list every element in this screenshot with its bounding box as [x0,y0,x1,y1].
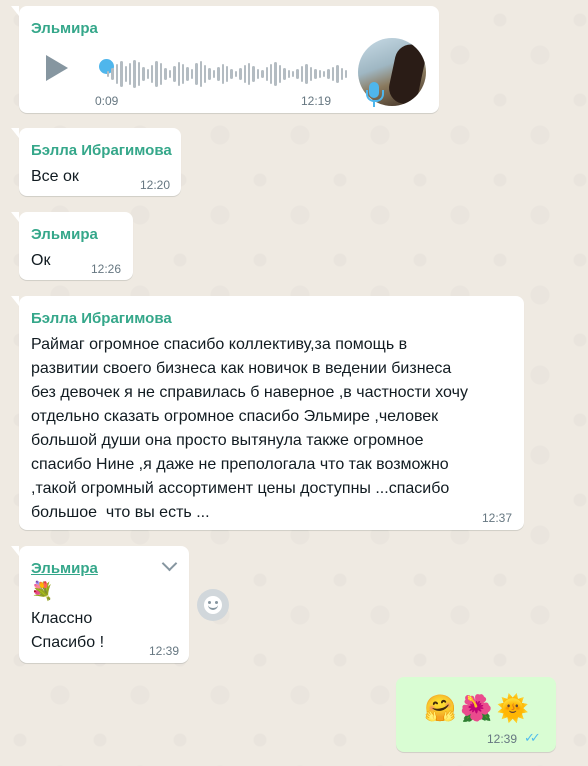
waveform-bar [151,65,154,83]
waveform-bar [199,61,202,87]
waveform-bar [283,68,286,80]
waveform-bar [111,68,114,80]
waveform-bar [318,70,321,78]
message-time: 12:39 [487,732,518,746]
message-sender: Эльмира [31,20,98,37]
waveform-bar [129,63,132,85]
message-sender[interactable]: Эльмира [31,560,98,577]
waveform-bar [142,67,145,81]
message-bubble[interactable]: Бэлла Ибрагимова Все ок 12:20 [11,128,181,196]
waveform-bar [309,67,313,81]
message-sender: Бэлла Ибрагимова [31,142,172,159]
emoji-message: 🤗🌺🌞 [424,693,534,723]
waveform-bar [221,64,224,84]
bouquet-emoji: 💐 [31,581,54,601]
message-text: Все ок [31,168,79,185]
outgoing-message[interactable]: 🤗🌺🌞 12:39 ✓✓ [396,677,556,752]
play-icon[interactable] [46,55,68,81]
waveform-bar [173,66,176,82]
waveform-bar [203,65,207,83]
waveform-bar [190,69,194,79]
message-bubble[interactable]: Эльмира 💐 Классно Спасибо ! 12:39 [11,546,189,663]
waveform-bar [107,71,110,77]
waveform-bar [195,63,198,85]
message-time: 12:20 [140,178,171,192]
waveform-bar [248,63,251,85]
message-time: 12:26 [91,262,122,276]
waveform-bar [300,66,304,82]
message-sender: Бэлла Ибрагимова [31,310,172,327]
waveform-bar [217,67,220,81]
waveform-bar [181,64,185,84]
waveform-bar [270,64,273,84]
smiley-icon [204,596,222,614]
chevron-down-icon[interactable] [161,555,178,572]
message-time: 12:39 [149,644,180,658]
waveform-bar [159,63,163,85]
voice-duration: 0:09 [95,94,119,108]
message-time: 12:19 [301,94,332,108]
waveform-bar [146,69,150,79]
waveform-bar [256,69,260,79]
waveform-bar [296,69,299,79]
waveform-bar [265,67,269,81]
waveform-bar [186,67,189,81]
waveform-bar [314,69,317,79]
waveform-bar [292,71,295,77]
waveform-bar [133,60,136,88]
waveform-bar [177,62,180,86]
waveform-bar [287,70,291,78]
waveform-bar [234,71,238,77]
waveform-bar [344,70,348,78]
waveform-bar [340,68,343,80]
microphone-icon [366,82,384,107]
waveform-bar [305,64,308,84]
waveform-bar [225,66,229,82]
waveform-bar [274,62,277,86]
message-time: 12:37 [482,511,513,525]
message-text: Раймаг огромное спасибо коллективу,за по… [31,336,468,521]
message-sender: Эльмира [31,226,98,243]
waveform-bar [239,68,242,80]
voice-waveform[interactable] [107,58,348,90]
react-button[interactable] [197,589,229,621]
waveform-bar [331,67,335,81]
message-bubble[interactable]: Бэлла Ибрагимова Раймаг огромное спасибо… [11,296,524,530]
message-text: Классно Спасибо ! [31,610,105,651]
read-receipt-icon: ✓✓ [524,730,541,745]
waveform-bar [243,65,246,83]
waveform-bar [120,61,123,87]
waveform-bar [137,62,141,86]
waveform-bar [164,68,167,80]
message-bubble[interactable]: Эльмира Ок 12:26 [11,212,133,280]
voice-message[interactable]: Эльмира 0:09 12:19 [11,6,439,113]
waveform-bar [155,61,158,87]
waveform-bar [124,66,128,82]
waveform-bar [115,64,119,84]
waveform-bar [208,68,211,80]
waveform-bar [252,66,255,82]
waveform-bar [336,65,339,83]
waveform-bar [230,69,233,79]
message-text: Ок [31,252,51,269]
waveform-bar [322,71,326,77]
waveform-bar [261,70,264,78]
waveform-bar [168,70,172,78]
waveform-bar [327,69,330,79]
waveform-bar [278,65,282,83]
waveform-bar [212,70,216,78]
